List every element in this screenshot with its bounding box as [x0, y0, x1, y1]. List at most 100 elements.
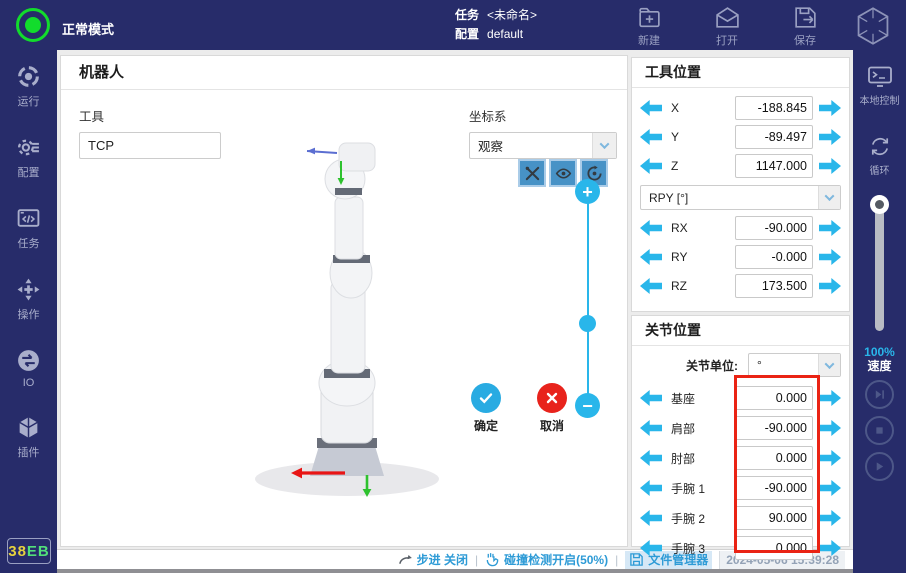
robot-panel: 机器人 工具 坐标系 观察	[60, 55, 628, 547]
joint-label: 手腕 2	[671, 510, 735, 527]
joint-unit-select[interactable]: °	[748, 353, 841, 377]
config-label: 配置	[455, 25, 479, 44]
sidebar-item-run[interactable]: 运行	[0, 64, 57, 109]
elbow-value-input[interactable]	[735, 446, 813, 470]
loop-button[interactable]: 循环	[853, 135, 906, 177]
play-icon	[873, 460, 886, 473]
jog-plus-arrow-icon[interactable]	[819, 420, 841, 436]
wrist2-value-input[interactable]	[735, 506, 813, 530]
playback-controls	[853, 380, 906, 481]
jog-plus-arrow-icon[interactable]	[819, 510, 841, 526]
collision-detection-toggle[interactable]: 碰撞检测开启(50%)	[485, 551, 608, 568]
jog-plus-arrow-icon[interactable]	[819, 158, 841, 174]
rz-value-input[interactable]	[735, 274, 813, 298]
joint-label: 手腕 3	[671, 540, 735, 557]
jog-plus-arrow-icon[interactable]	[819, 249, 841, 265]
axis-label: RX	[671, 221, 735, 235]
jog-plus-arrow-icon[interactable]	[819, 278, 841, 294]
joint-row-wrist1: 手腕 1	[640, 476, 841, 500]
task-label: 任务	[455, 6, 479, 25]
jog-plus-arrow-icon[interactable]	[819, 480, 841, 496]
sidebar-item-task[interactable]: 任务	[0, 206, 57, 251]
save-icon	[792, 5, 819, 30]
open-task-button[interactable]: 打开	[703, 5, 751, 48]
chevron-down-icon	[818, 354, 840, 376]
jog-minus-arrow-icon[interactable]	[640, 249, 662, 265]
ry-value-input[interactable]	[735, 245, 813, 269]
sidebar-item-io[interactable]: IO	[0, 348, 57, 389]
sidebar-item-label: 配置	[18, 164, 40, 180]
tool-position-panel: 工具位置 X Y Z RPY [°] RX	[631, 57, 850, 312]
new-task-label: 新建	[638, 32, 660, 48]
jog-minus-arrow-icon[interactable]	[640, 390, 662, 406]
jog-minus-arrow-icon[interactable]	[640, 220, 662, 236]
jog-plus-arrow-icon[interactable]	[819, 100, 841, 116]
jog-plus-arrow-icon[interactable]	[819, 540, 841, 556]
zoom-in-button[interactable]: +	[575, 179, 600, 204]
step-mode-toggle[interactable]: 步进 关闭	[398, 551, 468, 568]
speed-slider-handle[interactable]	[870, 195, 889, 214]
cancel-x-icon	[537, 383, 567, 413]
joint-label: 肩部	[671, 420, 735, 437]
cancel-button[interactable]: 取消	[537, 383, 567, 434]
jog-minus-arrow-icon[interactable]	[640, 480, 662, 496]
jog-plus-arrow-icon[interactable]	[819, 450, 841, 466]
speed-slider-track[interactable]	[875, 203, 884, 331]
axis-label: X	[671, 101, 735, 115]
speed-slider[interactable]	[853, 195, 906, 335]
jog-minus-arrow-icon[interactable]	[640, 450, 662, 466]
tool-row-ry: RY	[640, 245, 841, 269]
step-arrow-icon	[398, 552, 413, 567]
robot-arm-render	[247, 131, 447, 511]
jog-plus-arrow-icon[interactable]	[819, 220, 841, 236]
stop-button[interactable]	[865, 416, 894, 445]
robot-3d-viewport[interactable]	[62, 151, 628, 547]
x-value-input[interactable]	[735, 96, 813, 120]
sidebar-item-label: 运行	[18, 93, 40, 109]
status-badge: 38EB	[7, 538, 51, 564]
step-forward-button[interactable]	[865, 380, 894, 409]
new-task-button[interactable]: 新建	[625, 5, 673, 48]
confirm-button[interactable]: 确定	[471, 383, 501, 434]
jog-minus-arrow-icon[interactable]	[640, 510, 662, 526]
zoom-out-button[interactable]: −	[575, 393, 600, 418]
play-button[interactable]	[865, 452, 894, 481]
divider: |	[475, 553, 478, 567]
joint-row-shoulder: 肩部	[640, 416, 841, 440]
jog-minus-arrow-icon[interactable]	[640, 420, 662, 436]
jog-minus-arrow-icon[interactable]	[640, 158, 662, 174]
joint-unit-value: °	[749, 358, 818, 372]
cancel-label: 取消	[540, 417, 564, 434]
badge-part-2: EB	[27, 543, 50, 560]
robot-panel-title: 机器人	[61, 56, 627, 90]
zoom-slider-track[interactable]	[587, 191, 589, 403]
jog-minus-arrow-icon[interactable]	[640, 278, 662, 294]
save-task-button[interactable]: 保存	[781, 5, 829, 48]
z-value-input[interactable]	[735, 154, 813, 178]
shoulder-value-input[interactable]	[735, 416, 813, 440]
divider: |	[615, 553, 618, 567]
joint-label: 手腕 1	[671, 480, 735, 497]
jog-plus-arrow-icon[interactable]	[819, 129, 841, 145]
run-target-icon	[16, 64, 41, 89]
sidebar-item-config[interactable]: 配置	[0, 135, 57, 180]
jog-minus-arrow-icon[interactable]	[640, 540, 662, 556]
rpy-format-select[interactable]: RPY [°]	[640, 185, 841, 210]
local-control-button[interactable]: 本地控制	[853, 65, 906, 107]
base-value-input[interactable]	[735, 386, 813, 410]
right-sidebar: 本地控制 循环 100% 速度	[853, 50, 906, 573]
badge-part-1: 38	[8, 543, 27, 560]
rx-value-input[interactable]	[735, 216, 813, 240]
zoom-slider-handle[interactable]	[579, 315, 596, 332]
topbar-actions: 新建 打开 保存	[625, 5, 829, 48]
rpy-select-value: RPY [°]	[641, 191, 818, 205]
tool-row-rx: RX	[640, 216, 841, 240]
jog-minus-arrow-icon[interactable]	[640, 100, 662, 116]
wrist1-value-input[interactable]	[735, 476, 813, 500]
wrist3-value-input[interactable]	[735, 536, 813, 560]
y-value-input[interactable]	[735, 125, 813, 149]
jog-minus-arrow-icon[interactable]	[640, 129, 662, 145]
jog-plus-arrow-icon[interactable]	[819, 390, 841, 406]
sidebar-item-operate[interactable]: 操作	[0, 277, 57, 322]
sidebar-item-plugin[interactable]: 插件	[0, 415, 57, 460]
